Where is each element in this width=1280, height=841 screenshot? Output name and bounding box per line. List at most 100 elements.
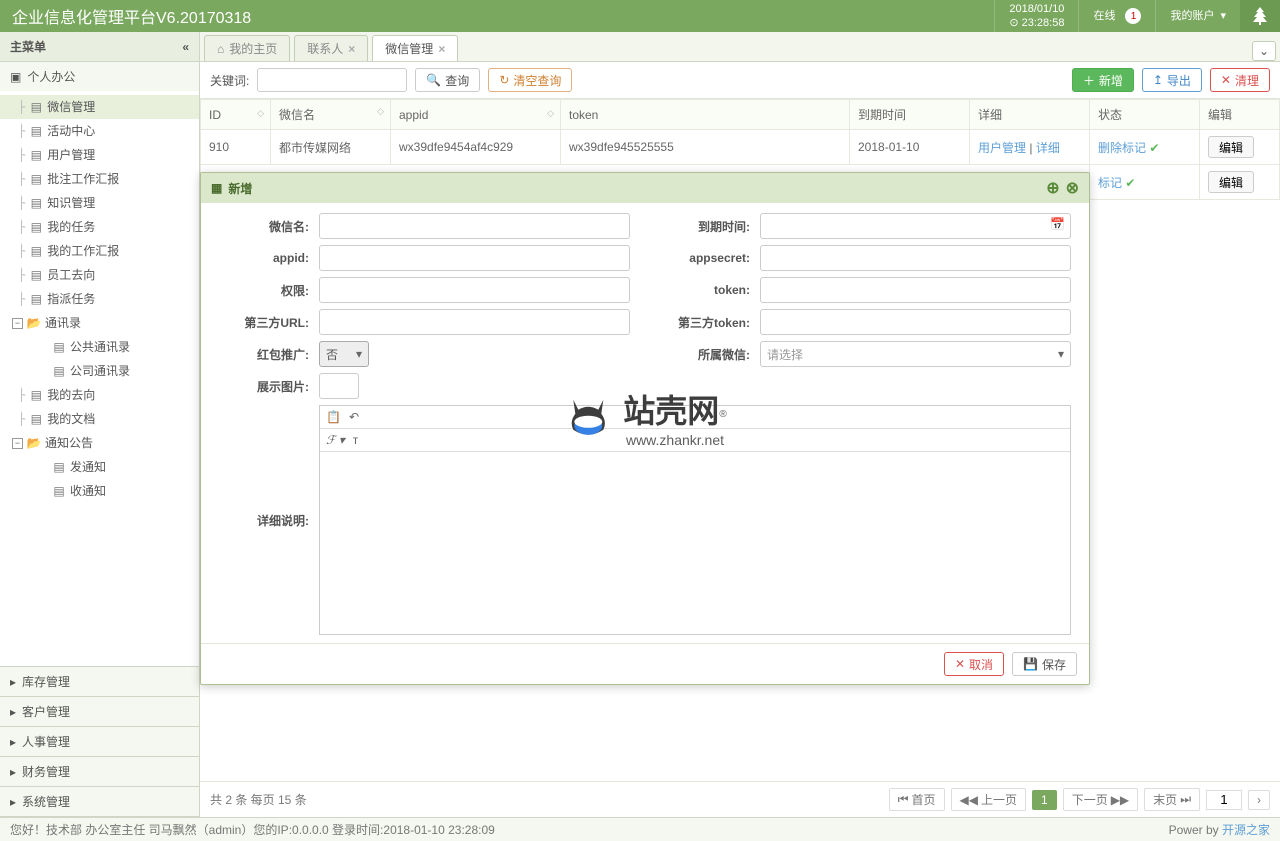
- tab-contacts[interactable]: 联系人×: [294, 35, 368, 61]
- select-belong[interactable]: 请选择: [760, 341, 1071, 367]
- th-detail[interactable]: 详细: [970, 100, 1090, 130]
- undo-icon[interactable]: ↶: [349, 410, 359, 424]
- search-button[interactable]: 🔍查询: [415, 68, 480, 92]
- input-wxname[interactable]: [319, 213, 630, 239]
- th-status[interactable]: 状态: [1090, 100, 1200, 130]
- clean-button[interactable]: ✕清理: [1210, 68, 1270, 92]
- accordion-system[interactable]: ▸系统管理: [0, 787, 199, 816]
- maximize-icon[interactable]: ⊕: [1046, 178, 1059, 198]
- close-icon[interactable]: ×: [438, 42, 445, 56]
- file-icon: ▤: [29, 388, 43, 402]
- close-icon[interactable]: ×: [348, 42, 355, 56]
- tree-wechat-manage[interactable]: ├▤微信管理: [0, 95, 199, 119]
- tree-company-contacts[interactable]: ▤公司通讯录: [0, 359, 199, 383]
- detail-link[interactable]: 详细: [1036, 141, 1060, 155]
- plus-icon: ＋: [1083, 72, 1095, 89]
- th-edit[interactable]: 编辑: [1200, 100, 1280, 130]
- clear-search-button[interactable]: ↻清空查询: [488, 68, 572, 92]
- font-icon[interactable]: ℱ ▾: [326, 433, 345, 447]
- th-expire[interactable]: 到期时间: [850, 100, 970, 130]
- tree-receive-notice[interactable]: ▤收通知: [0, 479, 199, 503]
- input-expire[interactable]: [760, 213, 1071, 239]
- last-icon: ⏭: [1180, 792, 1191, 807]
- tree-annotation-report[interactable]: ├▤批注工作汇报: [0, 167, 199, 191]
- accordion-inventory[interactable]: ▸库存管理: [0, 667, 199, 696]
- play-icon: ▸: [10, 795, 16, 809]
- tree-knowledge[interactable]: ├▤知识管理: [0, 191, 199, 215]
- input-appid[interactable]: [319, 245, 630, 271]
- goto-button[interactable]: ›: [1248, 790, 1270, 810]
- input-showimg[interactable]: [319, 373, 359, 399]
- current-page[interactable]: 1: [1032, 790, 1057, 810]
- input-url3[interactable]: [319, 309, 630, 335]
- goto-page-input[interactable]: [1206, 790, 1242, 810]
- save-button[interactable]: 💾保存: [1012, 652, 1077, 676]
- x-icon: ✕: [1221, 73, 1231, 87]
- tree-send-notice[interactable]: ▤发通知: [0, 455, 199, 479]
- user-manage-link[interactable]: 用户管理: [978, 141, 1026, 155]
- header-account[interactable]: 我的账户 ▾: [1155, 0, 1240, 32]
- edit-button[interactable]: 编辑: [1208, 136, 1254, 158]
- th-wxname[interactable]: 微信名◇: [271, 100, 391, 130]
- file-icon: ▤: [29, 124, 43, 138]
- tabs-dropdown[interactable]: ⌄: [1252, 41, 1276, 61]
- header-online[interactable]: 在线 1: [1078, 0, 1155, 32]
- th-token[interactable]: token: [561, 100, 850, 130]
- input-token[interactable]: [760, 277, 1071, 303]
- header-time: ⊙ 23:28:58: [1009, 16, 1064, 30]
- tree-activity[interactable]: ├▤活动中心: [0, 119, 199, 143]
- header-tree-button[interactable]: [1240, 0, 1280, 32]
- accordion-customer[interactable]: ▸客户管理: [0, 697, 199, 726]
- last-page-button[interactable]: 末页⏭: [1144, 788, 1200, 811]
- sidebar-tree: ├▤微信管理 ├▤活动中心 ├▤用户管理 ├▤批注工作汇报 ├▤知识管理 ├▤我…: [0, 91, 199, 666]
- tab-wechat-manage[interactable]: 微信管理×: [372, 35, 458, 61]
- cell-wxname: 都市传媒网络: [271, 130, 391, 165]
- tree-assign-task[interactable]: ├▤指派任务: [0, 287, 199, 311]
- file-icon: ▤: [52, 484, 66, 498]
- delete-mark-link[interactable]: 删除标记: [1098, 141, 1146, 155]
- tree-my-docs[interactable]: ├▤我的文档: [0, 407, 199, 431]
- input-perm[interactable]: [319, 277, 630, 303]
- input-token3[interactable]: [760, 309, 1071, 335]
- tree-my-task[interactable]: ├▤我的任务: [0, 215, 199, 239]
- home-icon: ⌂: [217, 42, 224, 56]
- collapse-toggle-icon[interactable]: −: [12, 318, 23, 329]
- mark-link[interactable]: 标记: [1098, 176, 1122, 190]
- edit-button[interactable]: 编辑: [1208, 171, 1254, 193]
- pagination: 共 2 条 每页 15 条 ⏮首页 ◀◀上一页 1 下一页▶▶ 末页⏭ ›: [200, 781, 1280, 817]
- add-button[interactable]: ＋新增: [1072, 68, 1134, 92]
- first-page-button[interactable]: ⏮首页: [889, 788, 945, 811]
- th-id[interactable]: ID◇: [201, 100, 271, 130]
- select-redpkg[interactable]: 否: [319, 341, 369, 367]
- paste-icon[interactable]: 📋: [326, 410, 341, 424]
- th-appid[interactable]: appid◇: [391, 100, 561, 130]
- accordion-finance[interactable]: ▸财务管理: [0, 757, 199, 786]
- tree-my-whereabouts[interactable]: ├▤我的去向: [0, 383, 199, 407]
- collapse-toggle-icon[interactable]: −: [12, 438, 23, 449]
- prev-page-button[interactable]: ◀◀上一页: [951, 788, 1026, 811]
- accordion-hr[interactable]: ▸人事管理: [0, 727, 199, 756]
- keyword-input[interactable]: [257, 68, 407, 92]
- rich-editor[interactable]: 📋 ↶ ℱ ▾ т: [319, 405, 1071, 635]
- close-icon[interactable]: ⊗: [1066, 178, 1079, 198]
- t-icon[interactable]: т: [353, 433, 359, 447]
- tree-contacts-group[interactable]: −📂通讯录: [0, 311, 199, 335]
- collapse-icon[interactable]: «: [182, 40, 189, 54]
- save-icon: 💾: [1023, 657, 1038, 671]
- tree-announcement-group[interactable]: −📂通知公告: [0, 431, 199, 455]
- tree-staff-whereabouts[interactable]: ├▤员工去向: [0, 263, 199, 287]
- modal-header[interactable]: ▦ 新增 ⊕ ⊗: [201, 173, 1089, 203]
- power-link[interactable]: 开源之家: [1222, 823, 1270, 837]
- tab-home[interactable]: ⌂我的主页: [204, 35, 290, 61]
- input-appsecret[interactable]: [760, 245, 1071, 271]
- accordion-personal-office[interactable]: ▣ 个人办公: [0, 62, 199, 91]
- file-icon: ▤: [52, 460, 66, 474]
- calendar-icon[interactable]: 📅: [1050, 217, 1065, 231]
- tree-user-manage[interactable]: ├▤用户管理: [0, 143, 199, 167]
- tree-my-report[interactable]: ├▤我的工作汇报: [0, 239, 199, 263]
- next-page-button[interactable]: 下一页▶▶: [1063, 788, 1138, 811]
- export-button[interactable]: ↥导出: [1142, 68, 1202, 92]
- tree-public-contacts[interactable]: ▤公共通讯录: [0, 335, 199, 359]
- editor-toolbar-2: ℱ ▾ т: [320, 429, 1070, 452]
- cancel-button[interactable]: ✕取消: [944, 652, 1004, 676]
